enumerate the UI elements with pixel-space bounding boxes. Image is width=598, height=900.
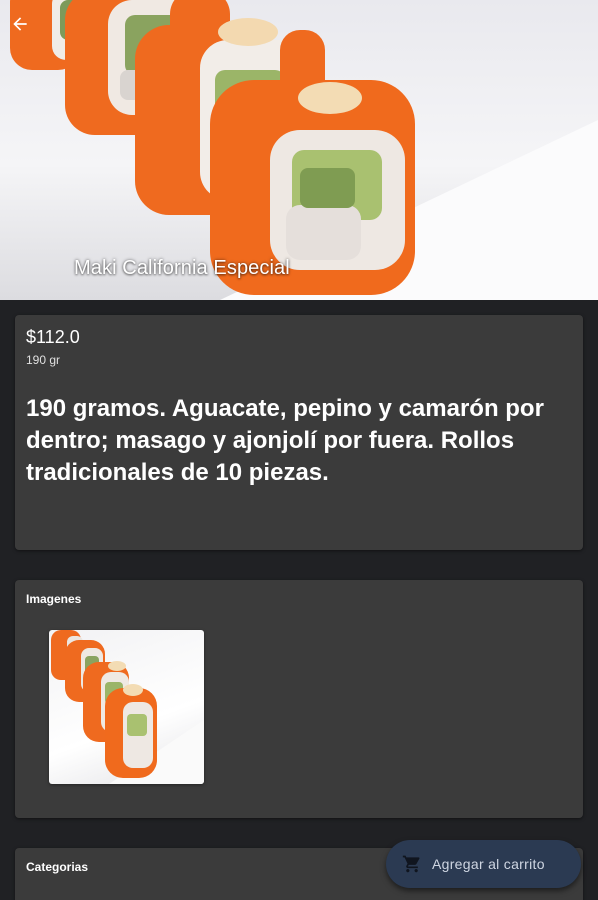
back-button[interactable] (10, 14, 46, 50)
images-section-title: Imagenes (26, 592, 82, 606)
add-to-cart-label: Agregar al carrito (432, 856, 545, 872)
product-title: Maki California Especial (74, 257, 290, 279)
add-to-cart-button[interactable]: Agregar al carrito (386, 840, 581, 888)
product-weight: 190 gr (26, 353, 61, 367)
product-image-thumbnail[interactable] (49, 630, 204, 784)
shopping-cart-icon (402, 855, 420, 873)
product-price: $112.0 (26, 327, 80, 347)
product-hero-image: Maki California Especial (0, 0, 598, 300)
images-card: Imagenes (15, 580, 583, 818)
product-description: 190 gramos. Aguacate, pepino y camarón p… (26, 395, 544, 486)
sushi-thumbnail-illustration (51, 630, 204, 784)
product-info-card: $112.0 190 gr 190 gramos. Aguacate, pepi… (15, 315, 583, 550)
categories-section-title: Categorias (26, 860, 89, 874)
sushi-illustration (10, 0, 598, 300)
arrow-back-icon (13, 17, 27, 31)
